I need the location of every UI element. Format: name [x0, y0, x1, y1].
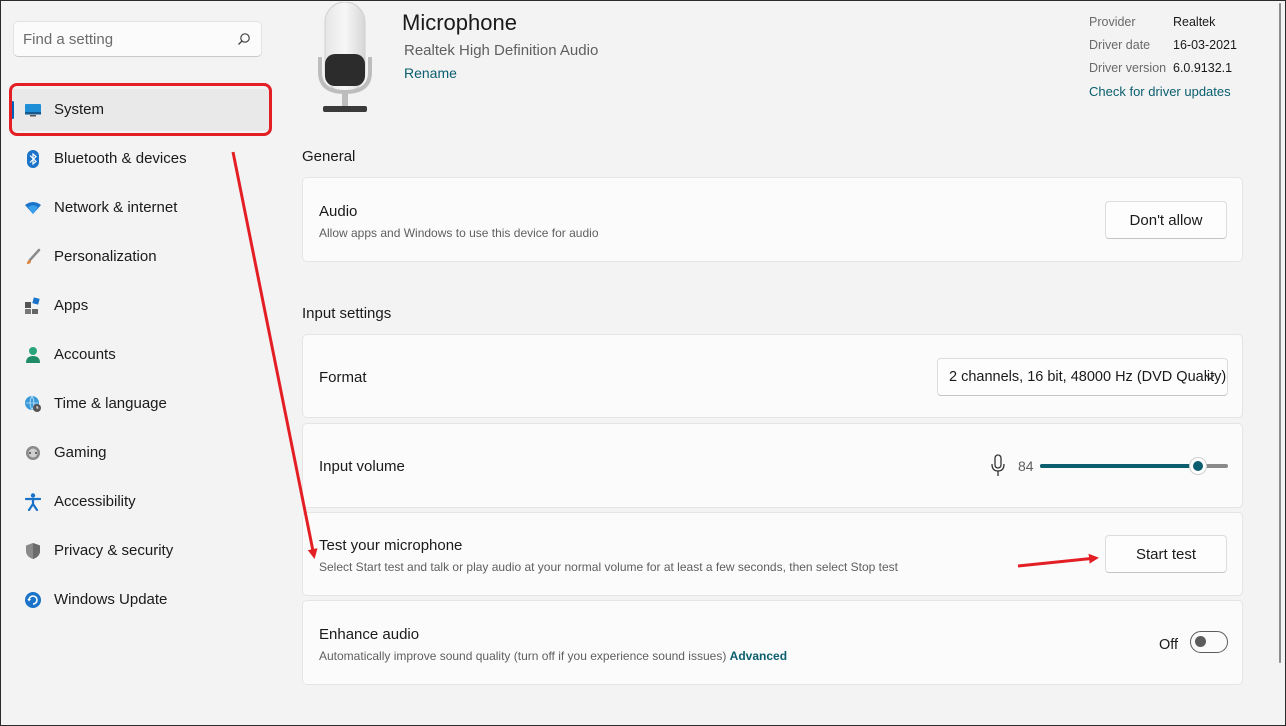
search-input[interactable] [23, 29, 223, 49]
gamepad-icon [24, 444, 42, 462]
audio-description: Allow apps and Windows to use this devic… [319, 226, 599, 240]
input-volume-title: Input volume [319, 458, 405, 475]
sidebar-item-label: System [54, 101, 105, 118]
sidebar-item-bluetooth[interactable]: Bluetooth & devices [10, 138, 272, 180]
input-volume-card: Input volume 84 [302, 423, 1243, 508]
microphone-device-icon [318, 2, 372, 112]
sidebar-item-accounts[interactable]: Accounts [10, 334, 272, 376]
dont-allow-button[interactable]: Don't allow [1105, 201, 1227, 239]
sidebar-item-label: Accounts [54, 346, 116, 363]
provider-value: Realtek [1173, 15, 1216, 29]
sidebar-item-label: Time & language [54, 395, 167, 412]
audio-card: Audio Allow apps and Windows to use this… [302, 177, 1243, 262]
chevron-down-icon [1205, 374, 1215, 380]
driver-date-value: 16-03-2021 [1173, 38, 1237, 52]
rename-link[interactable]: Rename [404, 65, 457, 81]
enhance-audio-state: Off [1159, 637, 1179, 653]
system-icon [24, 101, 42, 119]
wifi-icon [24, 199, 42, 217]
audio-title: Audio [319, 203, 358, 220]
sidebar-item-label: Accessibility [54, 493, 136, 510]
enhance-audio-title: Enhance audio [319, 626, 420, 643]
device-subtitle: Realtek High Definition Audio [404, 42, 599, 59]
general-section-title: General [302, 148, 356, 165]
enhance-audio-description: Automatically improve sound quality (tur… [319, 649, 787, 663]
advanced-link[interactable]: Advanced [730, 649, 787, 663]
sidebar-item-label: Privacy & security [54, 542, 174, 559]
test-microphone-title: Test your microphone [319, 537, 463, 554]
accounts-icon [24, 346, 42, 364]
selection-indicator [11, 101, 14, 119]
check-driver-updates-link[interactable]: Check for driver updates [1089, 84, 1231, 99]
enhance-audio-card: Enhance audio Automatically improve soun… [302, 600, 1243, 685]
page-title: Microphone [402, 10, 517, 35]
test-microphone-description: Select Start test and talk or play audio… [319, 560, 898, 574]
sidebar-item-privacy[interactable]: Privacy & security [10, 530, 272, 572]
bluetooth-icon [24, 150, 42, 168]
sidebar-item-gaming[interactable]: Gaming [10, 432, 272, 474]
test-microphone-card: Test your microphone Select Start test a… [302, 512, 1243, 596]
sidebar-item-time-language[interactable]: Time & language [10, 383, 272, 425]
sidebar-item-label: Personalization [54, 248, 157, 265]
sidebar-item-apps[interactable]: Apps [10, 285, 272, 327]
driver-version-label: Driver version [1089, 61, 1167, 75]
search-icon [238, 33, 250, 45]
driver-date-label: Driver date [1089, 38, 1151, 52]
slider-thumb[interactable] [1188, 457, 1207, 475]
slider-fill [1040, 464, 1198, 468]
search-box[interactable] [13, 21, 262, 57]
format-card: Format 2 channels, 16 bit, 48000 Hz (DVD… [302, 334, 1243, 418]
sidebar-item-label: Network & internet [54, 199, 178, 216]
sidebar-item-label: Windows Update [54, 591, 168, 608]
sidebar-item-personalization[interactable]: Personalization [10, 236, 272, 278]
input-volume-slider[interactable] [1040, 457, 1228, 475]
start-test-button[interactable]: Start test [1105, 535, 1227, 573]
sidebar-item-label: Gaming [54, 444, 107, 461]
sidebar-item-label: Bluetooth & devices [54, 150, 187, 167]
sidebar-item-windows-update[interactable]: Windows Update [10, 579, 272, 621]
microphone-icon [991, 454, 1005, 476]
sidebar-item-accessibility[interactable]: Accessibility [10, 481, 272, 523]
sidebar-item-network[interactable]: Network & internet [10, 187, 272, 229]
brush-icon [24, 248, 42, 266]
globe-clock-icon [24, 395, 42, 413]
input-volume-value: 84 [1018, 458, 1034, 474]
shield-icon [24, 542, 42, 560]
accessibility-icon [24, 493, 42, 511]
format-dropdown[interactable]: 2 channels, 16 bit, 48000 Hz (DVD Qualit… [937, 358, 1228, 396]
apps-icon [24, 297, 42, 315]
driver-version-value: 6.0.9132.1 [1173, 61, 1233, 75]
update-icon [24, 591, 42, 609]
format-selected-value: 2 channels, 16 bit, 48000 Hz (DVD Qualit… [949, 369, 1227, 385]
scrollbar[interactable] [1279, 3, 1281, 663]
enhance-audio-toggle[interactable] [1190, 631, 1228, 653]
provider-label: Provider [1089, 15, 1136, 29]
enhance-audio-description-text: Automatically improve sound quality (tur… [319, 649, 727, 663]
sidebar-item-system[interactable]: System [10, 89, 272, 131]
input-settings-title: Input settings [302, 305, 392, 322]
sidebar-item-label: Apps [54, 297, 89, 314]
format-title: Format [319, 369, 367, 386]
